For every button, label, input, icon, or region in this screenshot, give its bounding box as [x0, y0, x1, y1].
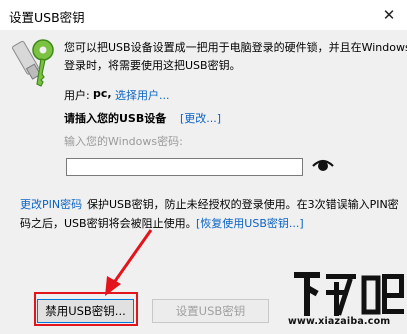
- pin-text-line-1: 保护USB密钥，防止未经授权的登录使用。在3次错误输入PIN密: [87, 198, 399, 211]
- close-icon[interactable]: ✕: [371, 0, 407, 30]
- show-password-eye-icon[interactable]: [312, 157, 334, 173]
- user-label: 用户:: [64, 89, 90, 102]
- intro-line-2: 登录时，将需要使用这把USB密钥。: [64, 59, 241, 72]
- title-bar: 设置USB密钥 ✕: [0, 0, 407, 30]
- user-name: pc,: [93, 87, 112, 100]
- usb-prompt: 请插入您的USB设备: [64, 112, 167, 125]
- change-usb-link[interactable]: [更改...]: [180, 110, 221, 126]
- password-label: 输入您的Windows密码:: [64, 135, 183, 148]
- intro-line-1: 您可以把USB设备设置成一把用于电脑登录的硬件锁，并且在Windows: [64, 41, 407, 54]
- usb-key-icon: [12, 39, 54, 87]
- change-pin-link[interactable]: 更改PIN密码: [20, 196, 82, 212]
- annotation-arrow: [105, 229, 153, 296]
- password-input[interactable]: [66, 158, 303, 176]
- select-user-link[interactable]: 选择用户...: [115, 87, 170, 103]
- restore-usb-link[interactable]: [恢复使用USB密钥...]: [196, 215, 304, 231]
- setup-usb-key-button[interactable]: 设置USB密钥: [152, 299, 269, 323]
- window-title: 设置USB密钥: [9, 10, 85, 25]
- watermark-domain: www.xiazaiba.com: [288, 316, 391, 327]
- highlight-box: [34, 292, 138, 326]
